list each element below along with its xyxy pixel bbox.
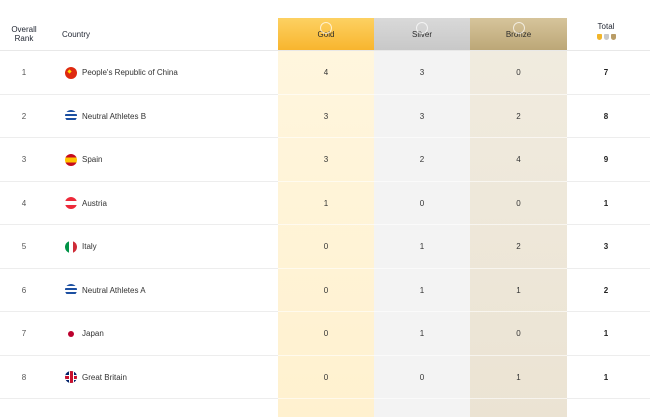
- total-count: 8: [603, 111, 609, 121]
- medal-table: Overall Rank Country Gold Silver Bronze …: [0, 0, 650, 417]
- country-cell[interactable]: Spain: [65, 138, 275, 182]
- table-row[interactable]: 2 Neutral Athletes B 3 3 2 8: [0, 95, 650, 139]
- italy-flag-icon: [65, 240, 77, 253]
- rank-cell: 5: [21, 242, 27, 252]
- bronze-count: 0: [516, 68, 521, 78]
- country-cell[interactable]: Great Britain: [65, 356, 275, 400]
- row-divider: [278, 398, 567, 399]
- country-name: Spain: [82, 155, 103, 165]
- bronze-header[interactable]: Bronze: [470, 18, 567, 50]
- austria-flag-icon: [65, 197, 77, 210]
- bronze-count: 1: [516, 372, 521, 382]
- gold-count: 0: [323, 372, 329, 382]
- total-header-label: Total: [597, 22, 615, 31]
- table-row[interactable]: 3 Spain 3 2 4 9: [0, 138, 650, 182]
- total-count: 3: [603, 242, 609, 252]
- overall-rank-header[interactable]: Overall Rank: [0, 18, 48, 50]
- country-name: Austria: [82, 198, 107, 208]
- total-header[interactable]: Total: [580, 22, 632, 44]
- silver-count: 1: [419, 242, 425, 252]
- bronze-count: 1: [516, 285, 521, 295]
- gold-count: 4: [323, 68, 329, 78]
- total-count: 9: [603, 155, 609, 165]
- gold-header[interactable]: Gold: [278, 18, 374, 50]
- silver-count: 0: [419, 372, 425, 382]
- table-row[interactable]: 8 Great Britain 0 0 1 1: [0, 356, 650, 400]
- gold-count: 0: [323, 242, 329, 252]
- gold-count: 0: [323, 329, 329, 339]
- great-britain-flag-icon: [65, 371, 77, 384]
- bronze-medal-icon: [512, 22, 525, 34]
- china-flag-icon: [65, 66, 77, 79]
- rank-cell: 2: [21, 111, 27, 121]
- neutral-athletes-flag-icon: [65, 110, 77, 123]
- country-cell[interactable]: Neutral Athletes A: [65, 269, 275, 313]
- table-row[interactable]: 7 Japan 0 1 0 1: [0, 312, 650, 356]
- country-name: People's Republic of China: [82, 68, 178, 78]
- country-name: Japan: [82, 329, 104, 339]
- bronze-count: 2: [516, 242, 521, 252]
- neutral-athletes-flag-icon: [65, 284, 77, 297]
- rank-cell: 3: [21, 155, 27, 165]
- silver-header[interactable]: Silver: [374, 18, 470, 50]
- country-cell[interactable]: Austria: [65, 182, 275, 226]
- bronze-count: 2: [516, 111, 521, 121]
- country-name: Great Britain: [82, 372, 127, 382]
- bronze-count: 0: [516, 198, 521, 208]
- silver-count: 3: [419, 111, 425, 121]
- country-cell[interactable]: Italy: [65, 225, 275, 269]
- rank-cell: 8: [21, 372, 27, 382]
- table-row[interactable]: 4 Austria 1 0 0 1: [0, 182, 650, 226]
- country-name: Neutral Athletes A: [82, 285, 146, 295]
- total-count: 1: [603, 329, 609, 339]
- total-count: 2: [603, 285, 609, 295]
- country-cell[interactable]: People's Republic of China: [65, 51, 275, 95]
- country-name: Neutral Athletes B: [82, 111, 147, 121]
- table-row[interactable]: 5 Italy 0 1 2 3: [0, 225, 650, 269]
- bronze-count: 4: [516, 155, 521, 165]
- table-row[interactable]: 6 Neutral Athletes A 0 1 1 2: [0, 269, 650, 313]
- row-divider: [0, 398, 278, 399]
- silver-count: 1: [419, 285, 425, 295]
- gold-count: 1: [323, 198, 329, 208]
- silver-count: 1: [419, 329, 425, 339]
- gold-count: 3: [323, 155, 329, 165]
- medal-cups-icon: [596, 34, 616, 40]
- silver-count: 3: [419, 68, 425, 78]
- total-count: 1: [603, 372, 609, 382]
- rank-cell: 6: [21, 285, 27, 295]
- rank-cell: 4: [21, 198, 27, 208]
- japan-flag-icon: [65, 327, 77, 340]
- country-cell[interactable]: Neutral Athletes B: [65, 95, 275, 139]
- row-divider: [567, 398, 650, 399]
- rank-cell: 7: [21, 329, 27, 339]
- rank-cell: 1: [21, 68, 27, 78]
- silver-count: 0: [419, 198, 425, 208]
- spain-flag-icon: [65, 153, 77, 166]
- total-count: 7: [603, 68, 609, 78]
- gold-medal-icon: [320, 22, 332, 34]
- gold-count: 3: [323, 111, 329, 121]
- bronze-count: 0: [516, 329, 521, 339]
- country-cell[interactable]: Japan: [65, 312, 275, 356]
- country-name: Italy: [82, 242, 97, 252]
- gold-count: 0: [323, 285, 329, 295]
- silver-count: 2: [419, 155, 425, 165]
- total-count: 1: [603, 198, 609, 208]
- country-header[interactable]: Country: [62, 18, 90, 50]
- table-header: Overall Rank Country Gold Silver Bronze …: [0, 0, 650, 50]
- table-row[interactable]: 1 People's Republic of China 4 3 0 7: [0, 51, 650, 95]
- silver-medal-icon: [416, 22, 428, 34]
